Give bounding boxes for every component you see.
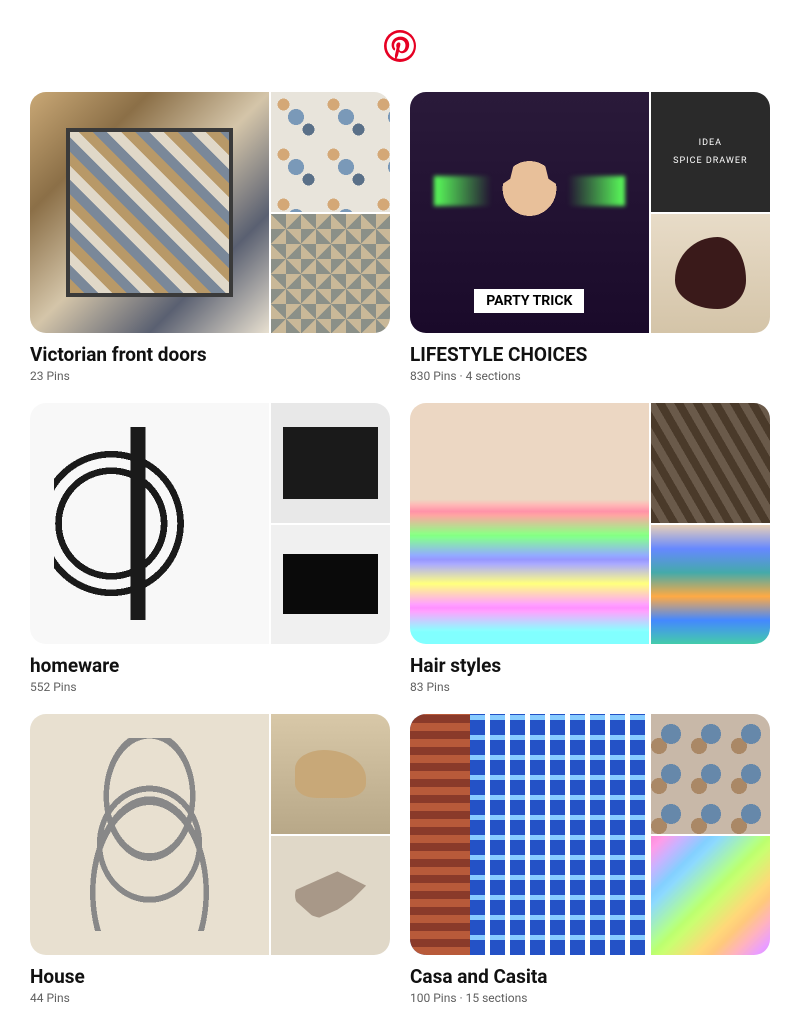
board-image-primary	[30, 92, 269, 333]
board-image-thumb	[651, 92, 770, 212]
board-title: Casa and Casita	[410, 965, 770, 988]
board-cover-images	[30, 714, 390, 955]
board-image-thumb	[271, 836, 390, 956]
board-cover-images	[30, 92, 390, 333]
board-image-thumb	[651, 403, 770, 523]
board-meta: 100 Pins · 15 sections	[410, 991, 770, 1005]
board-image-primary	[410, 714, 649, 955]
board-image-thumb	[271, 403, 390, 523]
board-image-thumb	[271, 214, 390, 334]
board-meta: 552 Pins	[30, 680, 390, 694]
board-image-thumb	[271, 714, 390, 834]
board-card[interactable]: Casa and Casita 100 Pins · 15 sections	[410, 714, 770, 1005]
board-card[interactable]: Hair styles 83 Pins	[410, 403, 770, 694]
board-title: homeware	[30, 654, 390, 677]
header	[0, 0, 800, 82]
board-image-thumb	[651, 214, 770, 334]
board-image-thumb	[271, 525, 390, 645]
board-image-thumb	[651, 714, 770, 834]
board-title: LIFESTYLE CHOICES	[410, 343, 770, 366]
pinterest-logo-icon[interactable]	[384, 30, 416, 62]
board-image-primary	[30, 714, 269, 955]
board-image-primary	[30, 403, 269, 644]
board-cover-images	[410, 714, 770, 955]
board-cover-images	[410, 403, 770, 644]
board-image-thumb	[651, 525, 770, 645]
board-card[interactable]: LIFESTYLE CHOICES 830 Pins · 4 sections	[410, 92, 770, 383]
board-image-thumb	[651, 836, 770, 956]
boards-grid: Victorian front doors 23 Pins LIFESTYLE …	[0, 82, 800, 1015]
board-cover-images	[30, 403, 390, 644]
board-cover-images	[410, 92, 770, 333]
board-meta: 83 Pins	[410, 680, 770, 694]
board-image-primary	[410, 403, 649, 644]
board-title: House	[30, 965, 390, 988]
board-meta: 23 Pins	[30, 369, 390, 383]
board-card[interactable]: House 44 Pins	[30, 714, 390, 1005]
board-card[interactable]: homeware 552 Pins	[30, 403, 390, 694]
board-meta: 830 Pins · 4 sections	[410, 369, 770, 383]
board-title: Hair styles	[410, 654, 770, 677]
board-meta: 44 Pins	[30, 991, 390, 1005]
board-image-primary	[410, 92, 649, 333]
board-image-thumb	[271, 92, 390, 212]
board-card[interactable]: Victorian front doors 23 Pins	[30, 92, 390, 383]
board-title: Victorian front doors	[30, 343, 390, 366]
